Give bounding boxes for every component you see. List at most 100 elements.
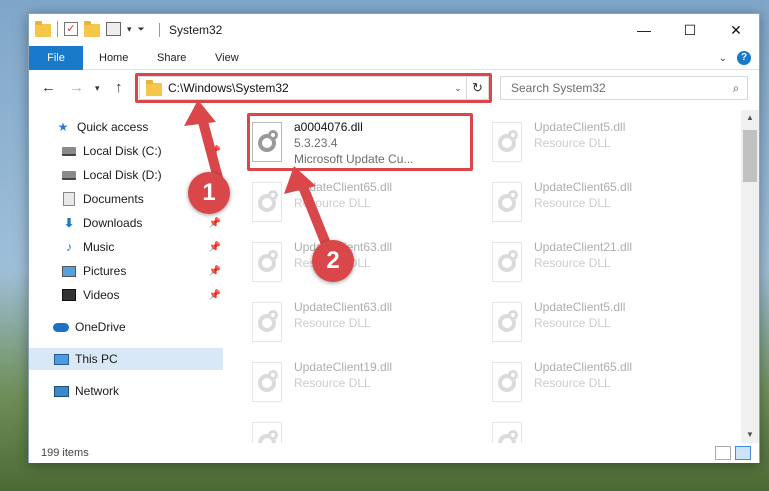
sidebar-item-label: Documents (83, 192, 144, 206)
forward-arrow-icon[interactable]: → (69, 79, 84, 96)
up-arrow-icon[interactable]: ↑ (115, 79, 123, 96)
file-name: UpdateClient65.dll (534, 360, 633, 374)
properties-check-icon[interactable]: ✓ (64, 22, 78, 36)
dll-file-icon (490, 362, 526, 406)
videos-icon (61, 288, 77, 302)
title-separator (159, 23, 160, 37)
toolbar-dropdown-icon[interactable]: ⏷ (138, 24, 145, 35)
file-description: Resource DLL (534, 376, 611, 390)
recent-locations-icon[interactable]: ▾ (95, 83, 100, 94)
file-item[interactable]: UpdateClient65.dll Resource DLL (250, 176, 470, 232)
minimize-button[interactable]: — (621, 14, 667, 46)
window-controls: — ☐ ✕ (621, 14, 759, 46)
customize-icon[interactable] (106, 22, 121, 36)
sidebar-item-label: Downloads (83, 216, 143, 230)
file-item[interactable]: UpdateClient65.dll Resource DLL (490, 176, 710, 232)
file-item[interactable]: UpdateClient5.dll Resource DLL (490, 116, 710, 172)
search-input[interactable]: Search System32 (511, 81, 725, 95)
file-description: Resource DLL (294, 376, 371, 390)
dll-file-icon (490, 242, 526, 286)
sidebar-item-label: Music (83, 240, 115, 254)
scroll-down-icon[interactable]: ▼ (741, 427, 759, 443)
chevron-down-icon[interactable]: ▾ (127, 24, 132, 35)
scroll-up-icon[interactable]: ▲ (741, 110, 759, 126)
file-name: UpdateClient63.dll (294, 300, 393, 314)
tab-view[interactable]: View (201, 46, 253, 70)
view-buttons (715, 446, 751, 460)
large-icons-view-icon[interactable] (735, 446, 751, 460)
sidebar-item-network[interactable]: Network (29, 380, 225, 402)
file-item[interactable]: UpdateClient21.dll Resource DLL (490, 236, 710, 292)
title-bar: ✓ ▾ ⏷ System32 — ☐ ✕ (29, 14, 759, 46)
toolbar-separator (57, 21, 58, 37)
sidebar-item-onedrive[interactable]: OneDrive (29, 316, 225, 338)
file-name: UpdateClient65.dll (294, 180, 393, 194)
navigation-pane: ★ Quick access Local Disk (C:) 📌 Local D… (29, 110, 225, 443)
sidebar-item-downloads[interactable]: ⬇ Downloads 📌 (29, 212, 225, 234)
new-folder-icon[interactable] (84, 20, 100, 37)
dll-file-icon (250, 422, 286, 443)
quick-access-toolbar: ✓ ▾ ⏷ (35, 20, 145, 37)
pin-icon[interactable]: 📌 (209, 146, 221, 157)
sidebar-item-quick-access[interactable]: ★ Quick access (29, 116, 225, 138)
sidebar-item-local-disk-c[interactable]: Local Disk (C:) 📌 (29, 140, 225, 162)
sidebar-item-music[interactable]: ♪ Music 📌 (29, 236, 225, 258)
sidebar-item-label: Quick access (77, 120, 149, 134)
back-arrow-icon[interactable]: ← (41, 79, 56, 96)
file-item[interactable]: UpdateClient63.dll Resource DLL (250, 296, 470, 352)
help-icon[interactable]: ? (737, 51, 751, 65)
maximize-button[interactable]: ☐ (667, 14, 713, 46)
scroll-thumb[interactable] (743, 130, 757, 182)
ribbon-tabs: File Home Share View ⌄ ? (29, 46, 759, 70)
pin-icon[interactable]: 📌 (209, 290, 221, 301)
file-item[interactable]: UpdateClient63.dll Resource DLL (250, 236, 470, 292)
file-item[interactable]: UpdateClient19.dll Resource DLL (250, 356, 470, 412)
expand-ribbon-icon[interactable]: ⌄ (719, 53, 727, 64)
tab-share[interactable]: Share (143, 46, 200, 70)
file-name: UpdateClient5.dll (534, 300, 626, 314)
sidebar-item-label: Videos (83, 288, 120, 302)
sidebar-item-videos[interactable]: Videos 📌 (29, 284, 225, 306)
sidebar-item-this-pc[interactable]: This PC (29, 348, 223, 370)
file-description: Resource DLL (534, 196, 611, 210)
sidebar-item-label: Pictures (83, 264, 127, 278)
dll-file-icon (250, 302, 286, 346)
pin-icon[interactable]: 📌 (209, 266, 221, 277)
drive-icon (61, 168, 77, 182)
file-item[interactable]: UpdateClient65.dll Resource DLL (490, 356, 710, 412)
dll-file-icon (490, 302, 526, 346)
close-button[interactable]: ✕ (713, 14, 759, 46)
sidebar-item-label: This PC (75, 352, 118, 366)
status-bar: 199 items (29, 443, 759, 463)
sidebar-item-label: Local Disk (C:) (83, 144, 162, 158)
pin-icon[interactable]: 📌 (209, 218, 221, 229)
search-box[interactable]: Search System32 ⌕ (500, 76, 748, 100)
file-description: Resource DLL (534, 316, 611, 330)
search-icon[interactable]: ⌕ (725, 81, 747, 96)
sidebar-item-label: Network (75, 384, 120, 398)
download-icon: ⬇ (63, 216, 75, 230)
file-description: Resource DLL (294, 196, 371, 210)
file-description: Resource DLL (534, 256, 611, 270)
dll-file-icon (490, 122, 526, 166)
documents-icon (61, 192, 77, 206)
star-icon: ★ (57, 120, 69, 134)
drive-icon (61, 144, 77, 158)
file-name: UpdateClient65.dll (534, 180, 633, 194)
tab-file[interactable]: File (29, 46, 83, 70)
file-list: a0004076.dll 5.3.23.4 Microsoft Update C… (226, 110, 741, 443)
dll-file-icon (490, 422, 526, 443)
file-item[interactable] (490, 416, 710, 443)
folder-icon[interactable] (35, 20, 51, 37)
file-name: UpdateClient5.dll (534, 120, 626, 134)
explorer-window: ✓ ▾ ⏷ System32 — ☐ ✕ File Home Share Vie… (28, 13, 760, 463)
pin-icon[interactable]: 📌 (209, 242, 221, 253)
address-highlight-box (135, 73, 492, 103)
sidebar-item-pictures[interactable]: Pictures 📌 (29, 260, 225, 282)
details-view-icon[interactable] (715, 446, 731, 460)
file-highlight-box (247, 113, 473, 171)
file-item[interactable] (250, 416, 470, 443)
tab-home[interactable]: Home (85, 46, 142, 70)
vertical-scrollbar[interactable]: ▲ ▼ (741, 110, 759, 443)
file-item[interactable]: UpdateClient5.dll Resource DLL (490, 296, 710, 352)
